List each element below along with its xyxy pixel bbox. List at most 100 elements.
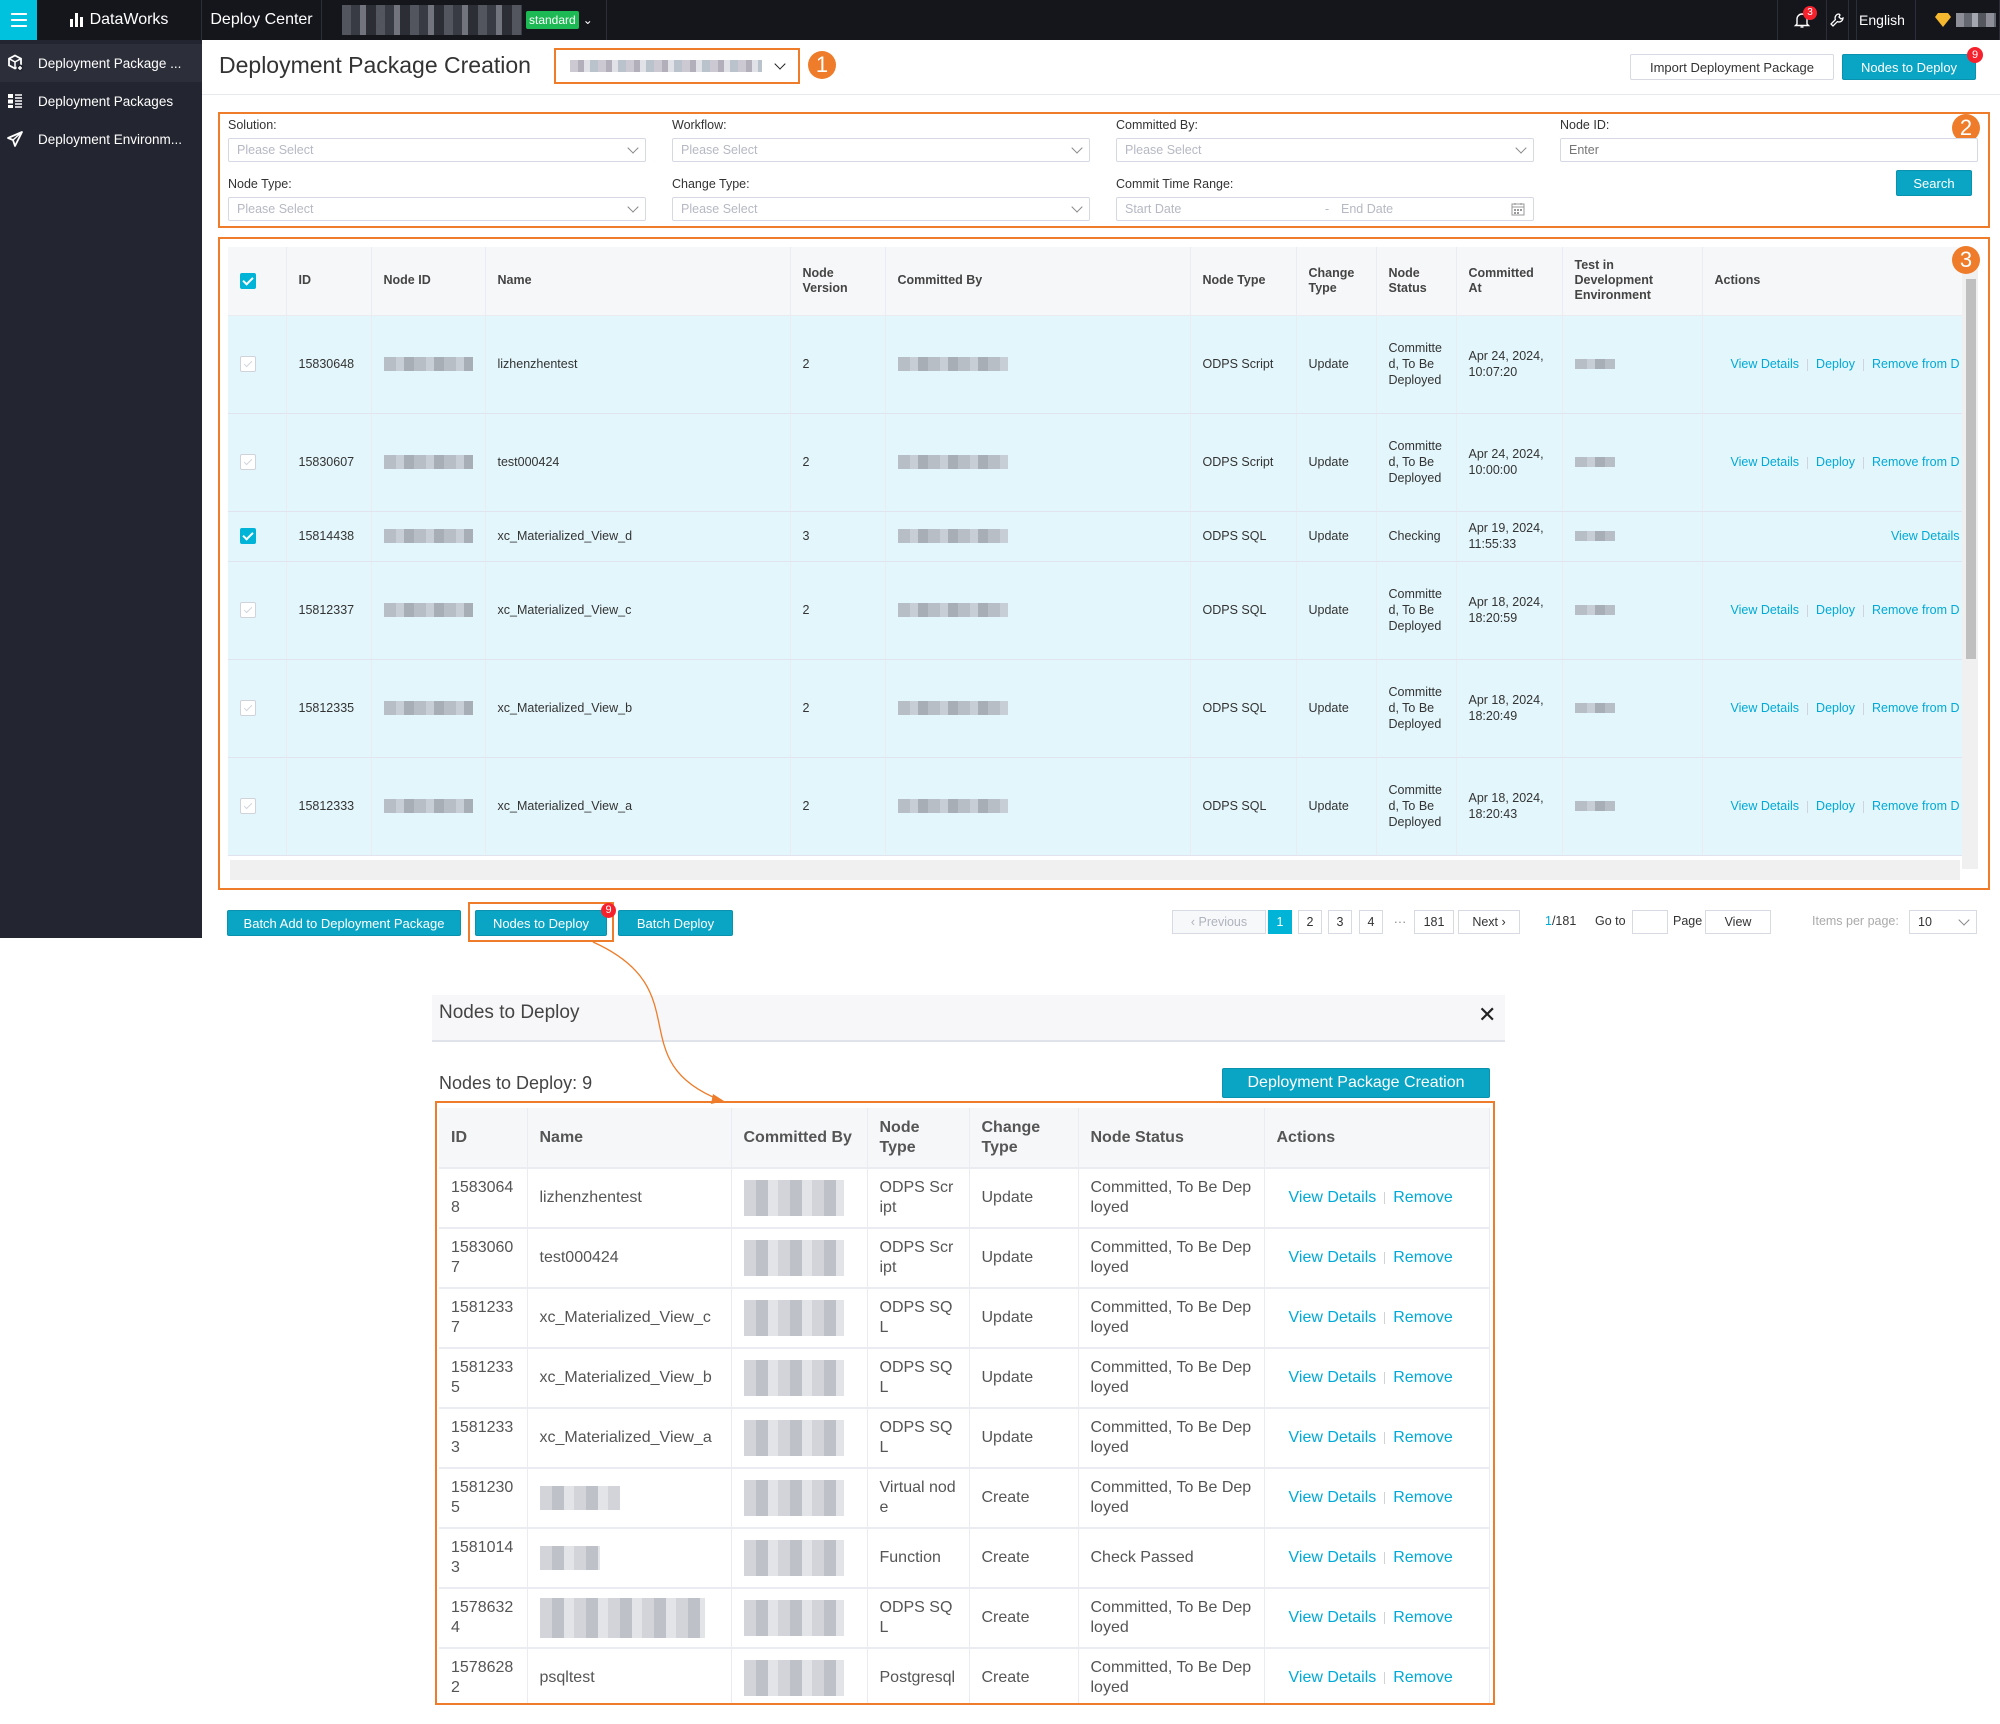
view-details-link[interactable]: View Details <box>1730 799 1799 813</box>
pagination-page-2[interactable]: 2 <box>1298 910 1322 934</box>
remove-link[interactable]: Remove <box>1393 1549 1453 1566</box>
view-details-link[interactable]: View Details <box>1891 529 1960 543</box>
module-name[interactable]: Deploy Center <box>202 0 322 40</box>
remove-link[interactable]: Remove <box>1393 1609 1453 1626</box>
pagination-page-1[interactable]: 1 <box>1268 910 1292 934</box>
view-details-link[interactable]: View Details <box>1730 357 1799 371</box>
remove-from-package-link[interactable]: Remove from D <box>1872 701 1960 715</box>
solution-select[interactable]: Please Select <box>228 138 646 162</box>
view-details-link[interactable]: View Details <box>1289 1489 1377 1506</box>
language-switcher[interactable]: English <box>1848 0 1916 40</box>
view-details-link[interactable]: View Details <box>1730 455 1799 469</box>
table-row[interactable]: 15830648 lizhenzhentest 2 ODPS Script Update… <box>228 315 1973 414</box>
table-row[interactable]: 15812337 xc_Materialized_View_c 2 ODPS SQL U… <box>228 561 1973 660</box>
brand-logo[interactable]: DataWorks <box>37 0 202 40</box>
view-details-link[interactable]: View Details <box>1289 1189 1377 1206</box>
view-details-link[interactable]: View Details <box>1289 1369 1377 1386</box>
dialog-cell-committed-by <box>731 1228 868 1289</box>
pagination-page-3[interactable]: 3 <box>1328 910 1352 934</box>
select-all-checkbox[interactable] <box>240 272 256 289</box>
user-menu[interactable] <box>1916 0 2000 40</box>
workspace-selector[interactable]: standard ⌄ <box>322 0 607 40</box>
table-row[interactable]: 15814438 xc_Materialized_View_d 3 ODPS SQL U… <box>228 511 1973 562</box>
chevron-down-icon <box>627 142 639 154</box>
remove-link[interactable]: Remove <box>1393 1429 1453 1446</box>
sidebar-item-deployment-environment[interactable]: Deployment Environm... <box>0 120 202 158</box>
column-header-change-type[interactable]: Change Type <box>1296 247 1377 316</box>
committed-by-redacted <box>897 357 1008 371</box>
column-header-committed-by[interactable]: Committed By <box>885 247 1191 316</box>
view-details-link[interactable]: View Details <box>1289 1609 1377 1626</box>
hamburger-menu-icon[interactable] <box>0 0 37 40</box>
row-checkbox <box>240 700 256 716</box>
deploy-link[interactable]: Deploy <box>1816 603 1855 617</box>
sidebar-item-deployment-packages[interactable]: Deployment Packages <box>0 82 202 120</box>
remove-link[interactable]: Remove <box>1393 1369 1453 1386</box>
close-icon[interactable]: ✕ <box>1478 1002 1496 1028</box>
batch-add-to-package-button[interactable]: Batch Add to Deployment Package <box>227 910 461 936</box>
remove-link[interactable]: Remove <box>1393 1309 1453 1326</box>
pagination-last-page[interactable]: 181 <box>1414 910 1454 934</box>
view-details-link[interactable]: View Details <box>1730 701 1799 715</box>
workflow-selector-dropdown[interactable] <box>554 48 800 84</box>
column-header-node-version[interactable]: Node Version <box>790 247 886 316</box>
batch-deploy-button[interactable]: Batch Deploy <box>618 910 733 936</box>
view-details-link[interactable]: View Details <box>1730 603 1799 617</box>
node-type-select[interactable]: Please Select <box>228 197 646 221</box>
remove-link[interactable]: Remove <box>1393 1489 1453 1506</box>
start-date-placeholder[interactable]: Start Date <box>1125 202 1325 216</box>
horizontal-scrollbar[interactable] <box>230 860 1960 880</box>
table-row[interactable]: 15812333 xc_Materialized_View_a 2 ODPS SQL U… <box>228 757 1973 856</box>
remove-from-package-link[interactable]: Remove from D <box>1872 799 1960 813</box>
deploy-link[interactable]: Deploy <box>1816 455 1855 469</box>
column-header-node-id[interactable]: Node ID <box>371 247 486 316</box>
table-row[interactable]: 15812335 xc_Materialized_View_b 2 ODPS SQL U… <box>228 659 1973 758</box>
dialog-cell-node-type: ODPS SQL <box>867 1408 970 1469</box>
end-date-placeholder[interactable]: End Date <box>1341 202 1511 216</box>
view-details-link[interactable]: View Details <box>1289 1429 1377 1446</box>
remove-link[interactable]: Remove <box>1393 1189 1453 1206</box>
sidebar-item-deployment-package-creation[interactable]: Deployment Package ... <box>0 44 202 82</box>
node-id-input[interactable] <box>1560 138 1978 162</box>
remove-from-package-link[interactable]: Remove from D <box>1872 455 1960 469</box>
table-row[interactable]: 15830607 test000424 2 ODPS Script Update Comm… <box>228 413 1973 512</box>
committed-by-select[interactable]: Please Select <box>1116 138 1534 162</box>
dialog-cell-id: 15812305 <box>439 1468 528 1529</box>
cell-node-status: Committed, To Be Deployed <box>1376 757 1457 856</box>
workflow-select[interactable]: Please Select <box>672 138 1090 162</box>
goto-page-input[interactable] <box>1632 910 1668 934</box>
view-details-link[interactable]: View Details <box>1289 1249 1377 1266</box>
pagination-next-button[interactable]: Next › <box>1458 910 1520 934</box>
view-details-link[interactable]: View Details <box>1289 1669 1377 1686</box>
dialog-cell-node-status: Committed, To Be Deployed <box>1078 1408 1265 1469</box>
deploy-link[interactable]: Deploy <box>1816 799 1855 813</box>
remove-link[interactable]: Remove <box>1393 1249 1453 1266</box>
view-details-link[interactable]: View Details <box>1289 1309 1377 1326</box>
remove-from-package-link[interactable]: Remove from D <box>1872 357 1960 371</box>
items-per-page-select[interactable]: 10 <box>1909 910 1977 934</box>
name-redacted <box>539 1546 600 1570</box>
nodes-to-deploy-button[interactable]: Nodes to Deploy 9 <box>1842 47 1983 80</box>
column-header-node-status[interactable]: Node Status <box>1376 247 1457 316</box>
column-header-name[interactable]: Name <box>485 247 791 316</box>
column-header-test-in-dev-env[interactable]: Test in Development Environment <box>1562 247 1703 316</box>
view-details-link[interactable]: View Details <box>1289 1549 1377 1566</box>
column-header-committed-at[interactable]: Committed At <box>1456 247 1563 316</box>
pagination-previous-button[interactable]: ‹ Previous <box>1172 910 1266 934</box>
bottom-nodes-to-deploy-button[interactable]: Nodes to Deploy 9 <box>475 903 616 936</box>
column-header-node-type[interactable]: Node Type <box>1190 247 1297 316</box>
deploy-link[interactable]: Deploy <box>1816 357 1855 371</box>
deploy-link[interactable]: Deploy <box>1816 701 1855 715</box>
pagination-page-4[interactable]: 4 <box>1359 910 1383 934</box>
goto-view-button[interactable]: View <box>1705 910 1771 934</box>
column-header-id[interactable]: ID <box>286 247 372 316</box>
vertical-scrollbar-thumb[interactable] <box>1966 279 1976 659</box>
search-button[interactable]: Search <box>1896 170 1972 196</box>
remove-from-package-link[interactable]: Remove from D <box>1872 603 1960 617</box>
row-checkbox[interactable] <box>240 528 256 544</box>
remove-link[interactable]: Remove <box>1393 1669 1453 1686</box>
import-deployment-package-button[interactable]: Import Deployment Package <box>1630 54 1834 80</box>
commit-time-range-picker[interactable]: Start Date - End Date <box>1116 197 1534 221</box>
deployment-package-creation-button[interactable]: Deployment Package Creation <box>1222 1068 1490 1098</box>
change-type-select[interactable]: Please Select <box>672 197 1090 221</box>
